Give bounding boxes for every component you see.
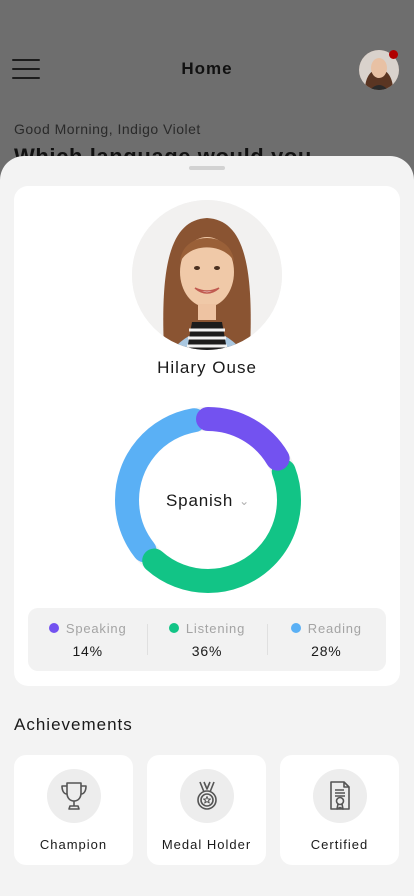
selected-language: Spanish — [166, 491, 234, 510]
stat-value: 36% — [191, 642, 223, 659]
certificate-icon — [312, 769, 367, 823]
achievement-card-certified[interactable]: Certified — [280, 755, 399, 865]
stat-value: 28% — [311, 642, 342, 659]
sheet-drag-handle[interactable] — [189, 166, 225, 170]
page-title: Home — [181, 59, 233, 78]
listening-dot — [168, 623, 179, 633]
stat-reading: Reading 28% — [266, 608, 386, 671]
language-selector[interactable]: Spanish ⌄ — [114, 491, 302, 511]
language-progress-donut: Spanish ⌄ — [114, 406, 302, 594]
trophy-icon — [46, 769, 101, 823]
profile-bottom-sheet: Hilary Ouse Spanish ⌄ Speaking 14% Liste… — [0, 156, 414, 896]
stat-label: Listening — [185, 620, 246, 636]
achievement-label: Champion — [39, 837, 108, 852]
profile-card: Hilary Ouse Spanish ⌄ Speaking 14% Liste… — [14, 186, 400, 686]
top-bar: Home — [0, 0, 414, 140]
stat-listening: Listening 36% — [147, 608, 266, 671]
achievement-card-medal-holder[interactable]: Medal Holder — [147, 755, 266, 865]
profile-photo — [132, 200, 282, 350]
achievement-label: Certified — [310, 837, 369, 852]
chevron-down-icon: ⌄ — [239, 494, 250, 508]
greeting-text: Good Morning, Indigo Violet — [14, 121, 201, 137]
speaking-dot — [48, 623, 59, 633]
notification-badge — [389, 50, 398, 59]
reading-dot — [290, 623, 301, 633]
stat-label: Speaking — [65, 620, 127, 636]
stat-value: 14% — [72, 642, 103, 659]
achievements-heading: Achievements — [14, 715, 133, 734]
achievement-label: Medal Holder — [161, 837, 252, 852]
achievement-card-champion[interactable]: Champion — [14, 755, 133, 865]
profile-name: Hilary Ouse — [157, 358, 257, 377]
stat-speaking: Speaking 14% — [28, 608, 147, 671]
progress-stats-bar: Speaking 14% Listening 36% Reading 28% — [28, 608, 386, 671]
stat-label: Reading — [307, 620, 362, 636]
medal-icon — [179, 769, 234, 823]
